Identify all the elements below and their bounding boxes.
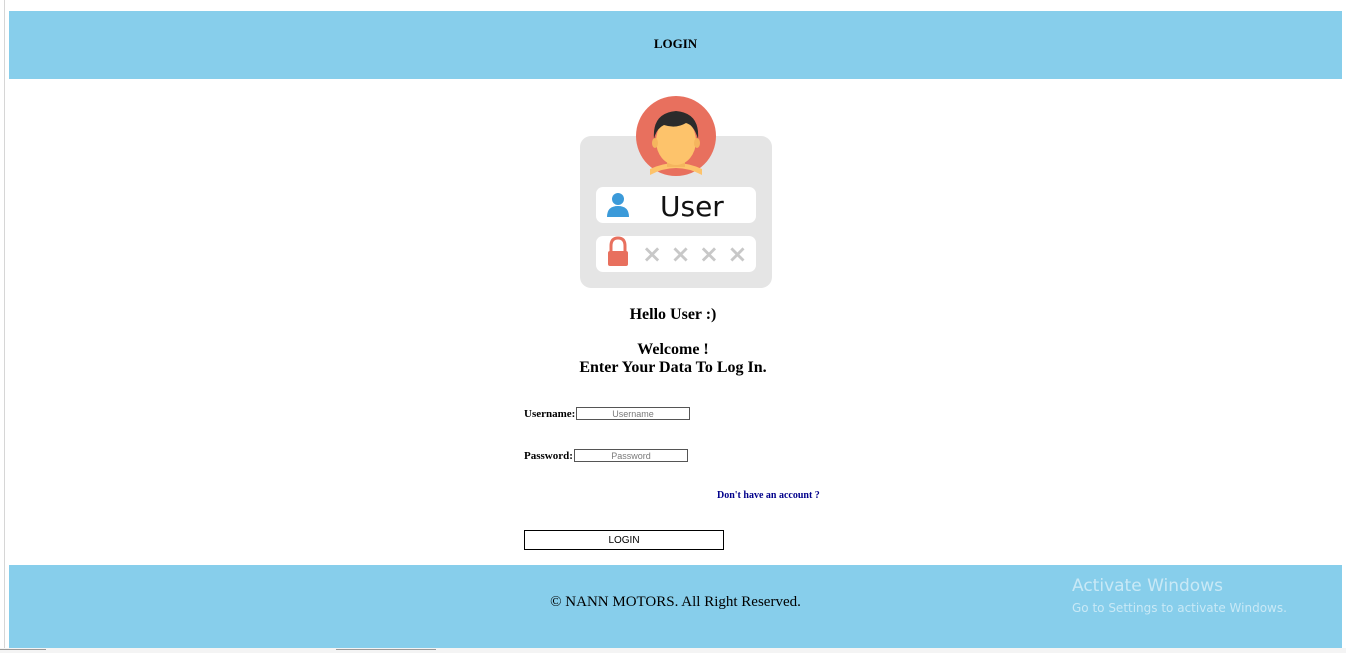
avatar-icon bbox=[636, 96, 716, 176]
bottom-strip-segment bbox=[336, 649, 436, 650]
bottom-scroll-strip bbox=[0, 648, 1346, 653]
login-illustration-image: User × × × × bbox=[580, 96, 772, 288]
footer-bar: © NANN MOTORS. All Right Reserved. Activ… bbox=[9, 565, 1342, 648]
page-edge-divider bbox=[4, 0, 5, 653]
welcome-heading: Welcome ! Enter Your Data To Log In. bbox=[0, 341, 1346, 377]
username-input[interactable] bbox=[576, 407, 690, 420]
activation-watermark-subtitle: Go to Settings to activate Windows. bbox=[1072, 601, 1287, 615]
login-button[interactable]: LOGIN bbox=[524, 530, 724, 550]
password-input[interactable] bbox=[574, 449, 688, 462]
illustration-user-text: User bbox=[660, 190, 724, 223]
username-label: Username: bbox=[524, 408, 576, 420]
greeting-heading: Hello User :) bbox=[629, 306, 717, 323]
welcome-line: Welcome ! bbox=[637, 341, 709, 358]
login-page: LOGIN User × × × × Hello User :) Welcome… bbox=[0, 0, 1346, 653]
page-title: LOGIN bbox=[653, 36, 698, 51]
bottom-strip-segment bbox=[0, 649, 46, 650]
header-bar: LOGIN bbox=[9, 11, 1342, 79]
password-label: Password: bbox=[524, 450, 573, 462]
instruction-line: Enter Your Data To Log In. bbox=[579, 359, 767, 376]
activation-watermark-title: Activate Windows bbox=[1072, 576, 1223, 596]
illustration-password-mask: × × × × bbox=[642, 240, 748, 268]
signup-link[interactable]: Don't have an account ? bbox=[717, 490, 820, 501]
